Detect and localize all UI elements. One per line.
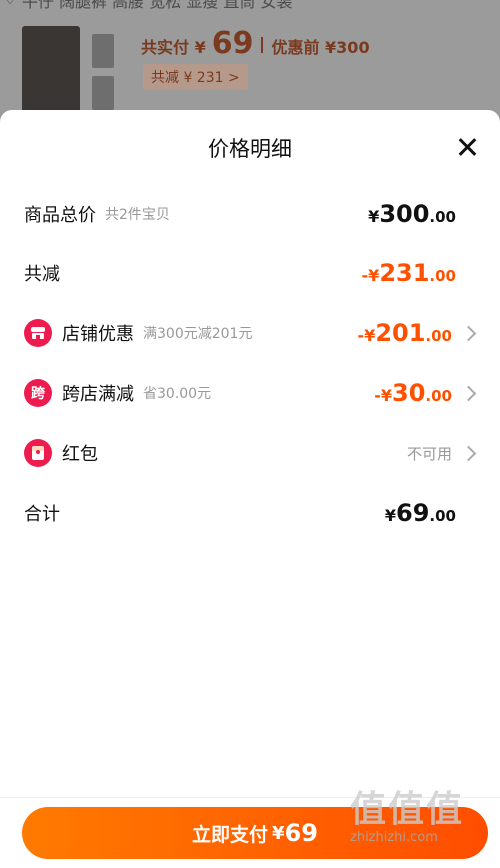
shop-discount-label: 店铺优惠 bbox=[62, 324, 134, 345]
sheet-title: 价格明细 bbox=[208, 137, 292, 161]
reduce-total-label: 共减 bbox=[24, 264, 60, 285]
product-thumbnail-small bbox=[92, 34, 114, 68]
red-packet-status: 不可用 bbox=[406, 444, 452, 463]
product-title: 牛仔 阔腿裤 高腰 宽松 显瘦 直筒 女装 bbox=[22, 0, 293, 11]
red-packet-icon bbox=[24, 439, 52, 467]
chevron-right-icon bbox=[460, 325, 477, 341]
watermark-logo: 值值值 zhizhizhi.com bbox=[350, 789, 465, 846]
total-row: 合计 ¥69.00 bbox=[24, 493, 476, 533]
reduce-total-row: 共减 -¥ 231.00 bbox=[24, 253, 476, 293]
cross-shop-sub: 省30.00元 bbox=[143, 386, 212, 402]
items-count: 共2件宝贝 bbox=[105, 207, 170, 223]
items-total-row: 商品总价 共2件宝贝 ¥300.00 bbox=[24, 194, 476, 234]
shop-icon bbox=[24, 319, 52, 347]
cross-shop-amount: -¥ 30.00 bbox=[374, 379, 452, 407]
cross-shop-icon: 跨 bbox=[24, 379, 52, 407]
heart-icon: ♡ bbox=[2, 0, 18, 9]
cross-shop-row[interactable]: 跨 跨店满减 省30.00元 -¥ 30.00 bbox=[24, 373, 477, 413]
close-icon[interactable] bbox=[454, 134, 480, 160]
items-total-label: 商品总价 bbox=[24, 205, 96, 226]
discount-chip: 共减 ¥ 231 > bbox=[143, 64, 248, 90]
shop-discount-amount: -¥ 201.00 bbox=[357, 319, 452, 347]
total-label: 合计 bbox=[24, 504, 60, 525]
chevron-right-icon bbox=[460, 445, 477, 461]
shop-discount-sub: 满300元减201元 bbox=[143, 326, 253, 342]
shop-discount-row[interactable]: 店铺优惠 满300元减201元 -¥ 201.00 bbox=[24, 313, 477, 353]
red-packet-row[interactable]: 红包 不可用 bbox=[24, 433, 477, 473]
cross-shop-label: 跨店满减 bbox=[62, 384, 134, 405]
bg-price: 共实付 ¥ 69 优惠前 ¥300 bbox=[141, 26, 370, 61]
total-amount: ¥69.00 bbox=[384, 499, 456, 527]
items-total-amount: ¥300.00 bbox=[368, 200, 456, 228]
reduce-total-amount: -¥ 231.00 bbox=[361, 259, 456, 287]
product-thumbnail-small bbox=[92, 76, 114, 110]
red-packet-label: 红包 bbox=[62, 444, 98, 465]
price-detail-sheet: 价格明细 商品总价 共2件宝贝 ¥300.00 共减 -¥ 231.00 店铺优惠… bbox=[0, 110, 500, 867]
chevron-right-icon bbox=[460, 385, 477, 401]
